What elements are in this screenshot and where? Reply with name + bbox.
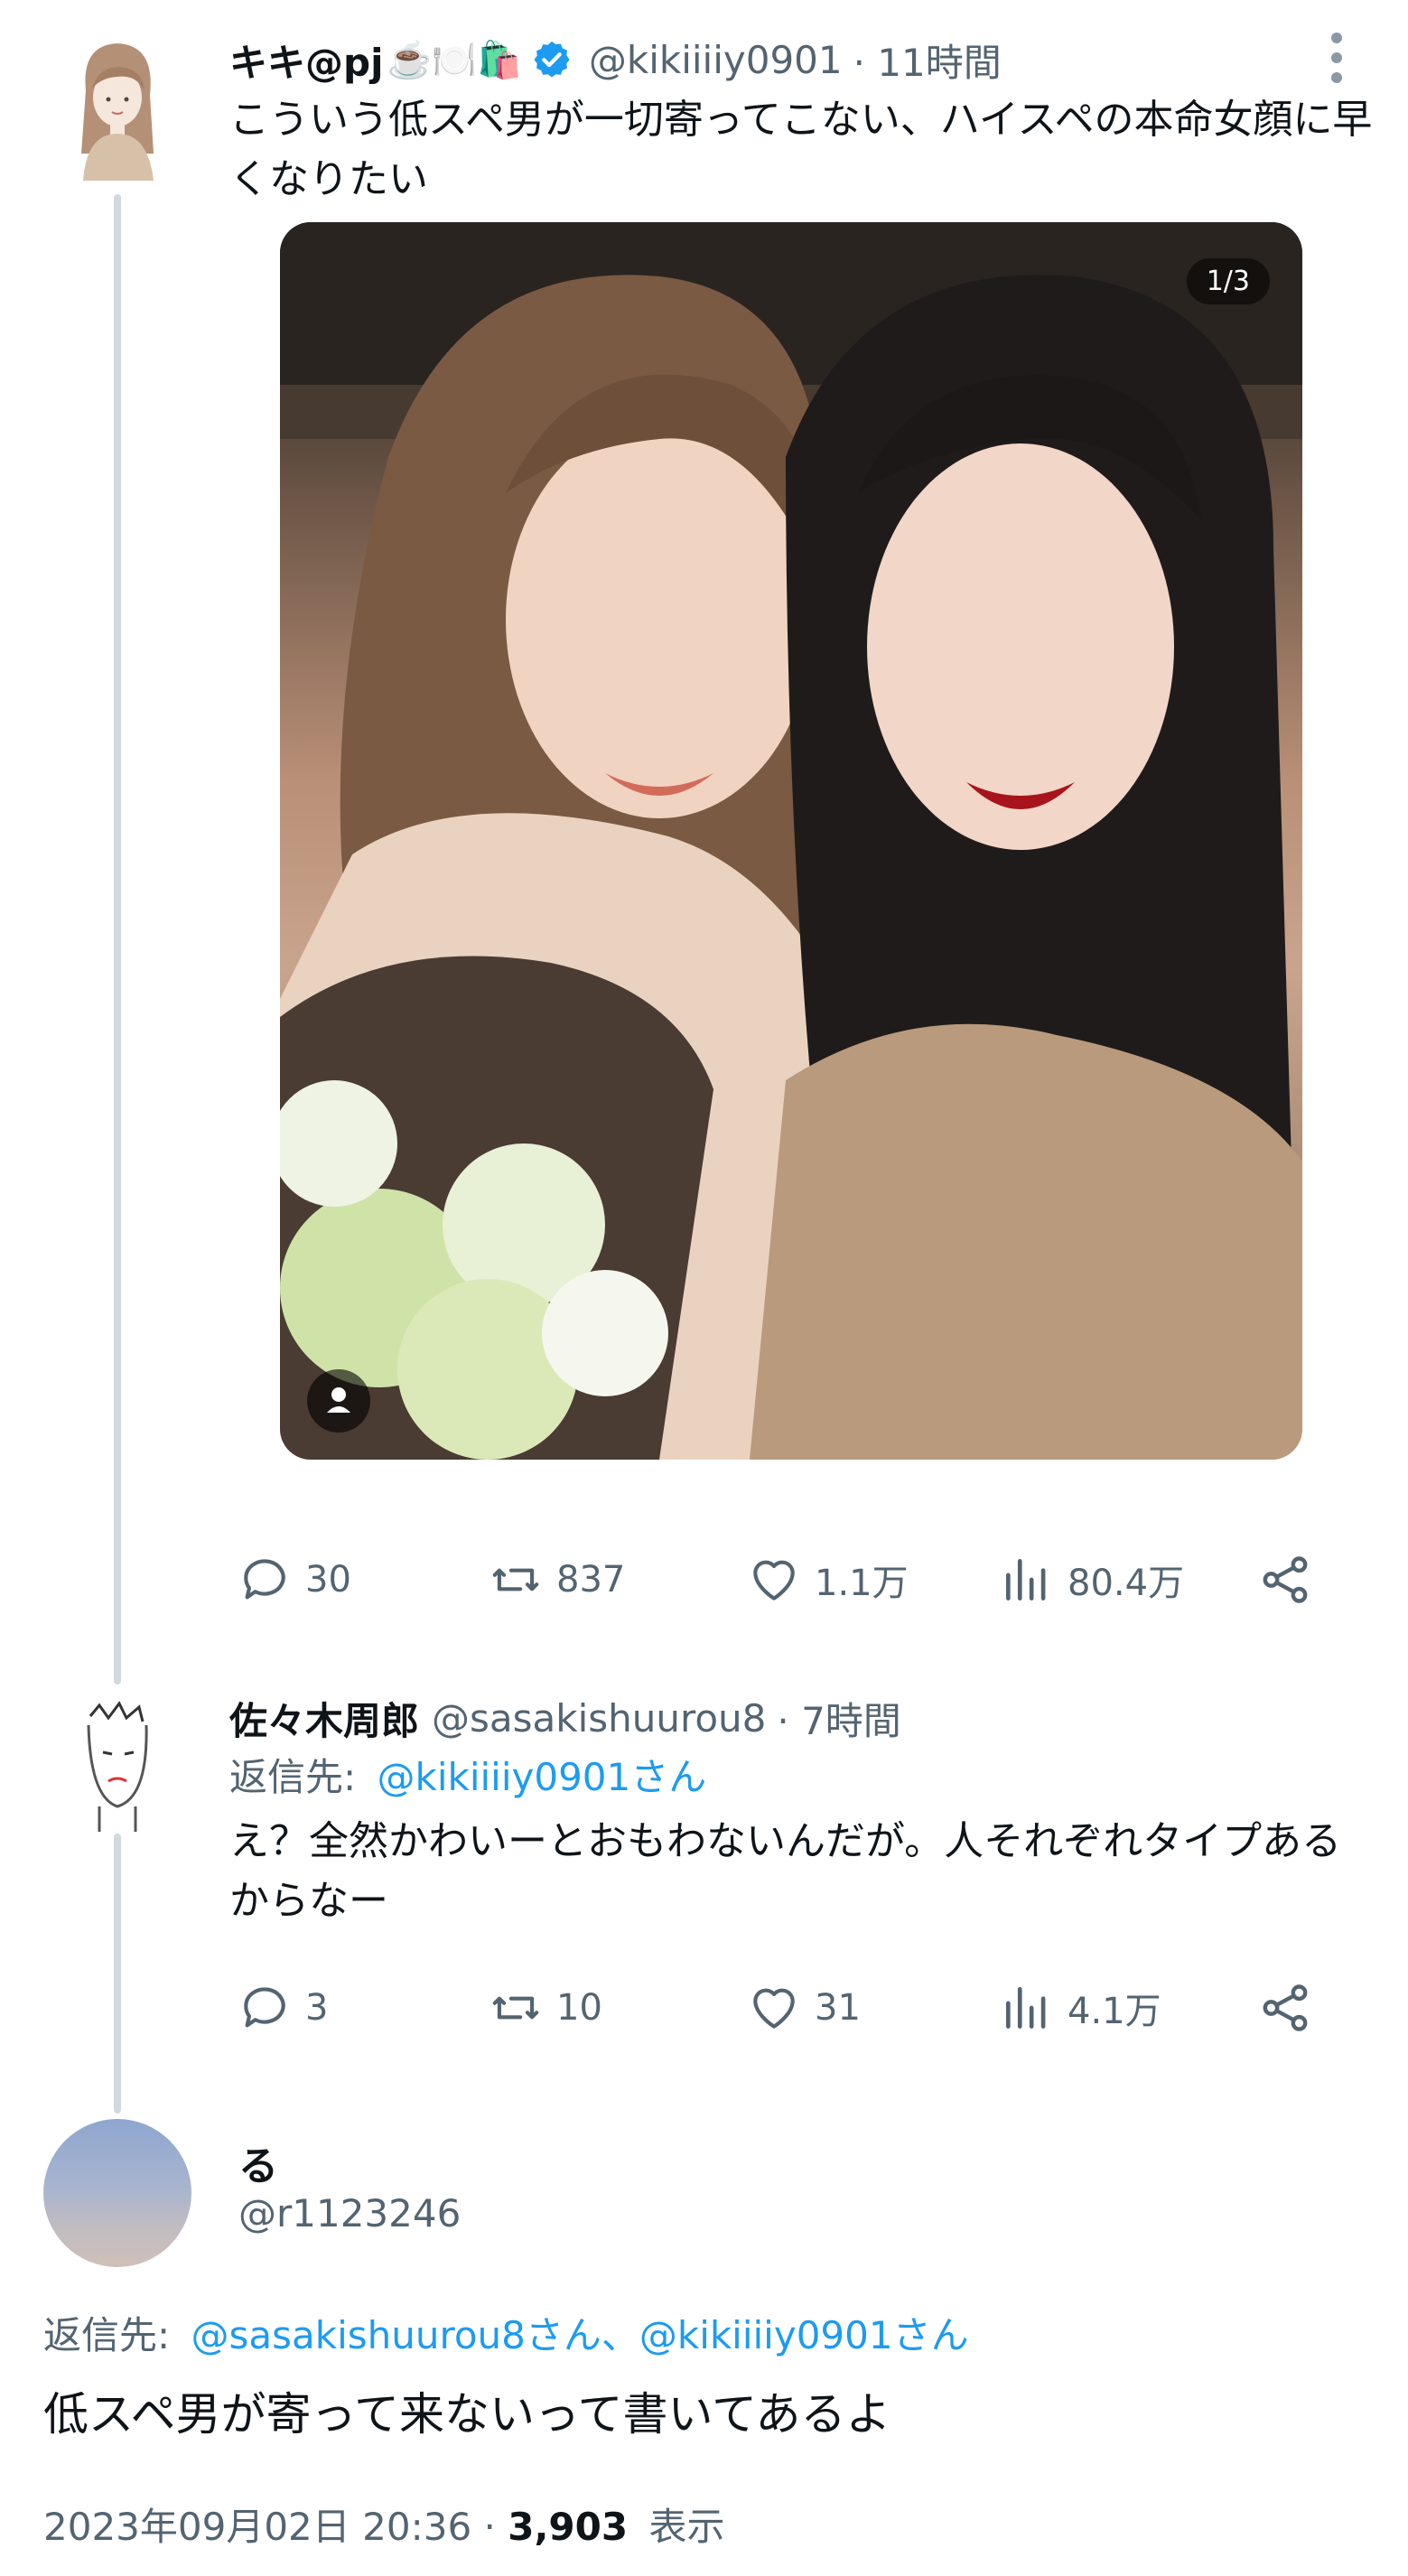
reply-count: 30: [305, 1559, 351, 1601]
reply-button[interactable]: 3: [237, 1980, 328, 2036]
more-icon[interactable]: [1331, 33, 1344, 92]
avatar[interactable]: [54, 27, 181, 181]
retweet-count: 837: [556, 1559, 626, 1601]
retweet-icon: [492, 1996, 539, 2020]
share-button[interactable]: [1257, 1552, 1313, 1608]
reply-mention-link[interactable]: @sasakishuurou8さん、@kikiiiiy0901さん: [191, 2313, 969, 2357]
person-icon: [327, 1387, 350, 1413]
views-button[interactable]: 80.4万: [999, 1552, 1184, 1608]
thread-line: [114, 194, 121, 1685]
tweet-header: 佐々木周郎 @sasakishuurou8 · 7時間: [229, 1691, 901, 1745]
photo-image: [280, 222, 1302, 1460]
reply-label: 返信先:: [229, 1755, 357, 1799]
reply-button[interactable]: 30: [237, 1552, 351, 1608]
avatar-illustration: [54, 27, 181, 181]
avatar[interactable]: [63, 1698, 172, 1834]
like-button[interactable]: 1.1万: [746, 1552, 909, 1608]
reply-icon: [244, 1987, 285, 2028]
tweet-text: 低スペ男が寄って来ないって書いてあるよ: [43, 2388, 891, 2441]
like-count: 1.1万: [815, 1563, 909, 1604]
display-name[interactable]: る: [238, 2133, 278, 2191]
avatar[interactable]: [43, 2119, 191, 2267]
tweet-header: キキ@pj ☕️🍽️🛍️ @kikiiiiy0901 · 11時間: [229, 33, 1002, 87]
retweet-icon: [492, 1568, 539, 1591]
tweet-text: え？全然かわいーとおもわないんだが。人それぞれタイプあるからなー: [229, 1818, 1342, 1924]
reply-count: 3: [305, 1987, 329, 2029]
share-icon: [1263, 1984, 1308, 2031]
reply-context: 返信先: @kikiiiiy0901さん: [229, 1747, 706, 1802]
display-name[interactable]: 佐々木周郎: [229, 1691, 419, 1746]
views-icon: [1006, 1559, 1046, 1601]
media-counter: 1/3: [1186, 258, 1270, 304]
reply-label: 返信先:: [43, 2313, 171, 2357]
tweet-meta-line: 2023年09月02日 20:36 · 3,903 表示: [43, 2497, 724, 2552]
emoji-decoration: ☕️🍽️🛍️: [387, 39, 522, 81]
retweet-button[interactable]: 10: [488, 1980, 602, 2036]
reply-context: 返信先: @sasakishuurou8さん、@kikiiiiy0901さん: [43, 2305, 969, 2360]
reply-mention-link[interactable]: @kikiiiiy0901さん: [378, 1755, 707, 1799]
timestamp[interactable]: · 11時間: [853, 33, 1002, 88]
view-count: 3,903: [508, 2505, 629, 2549]
handle[interactable]: @kikiiiiy0901: [589, 38, 843, 82]
views-count: 80.4万: [1068, 1563, 1185, 1604]
reply-icon: [244, 1559, 285, 1600]
avatar-illustration: [63, 1698, 172, 1834]
thread-line: [114, 1834, 121, 2114]
tag-people-button[interactable]: [307, 1369, 370, 1433]
heart-icon: [753, 1988, 795, 2029]
handle[interactable]: @r1123246: [238, 2191, 461, 2235]
timestamp[interactable]: 2023年09月02日 20:36 ·: [43, 2505, 508, 2549]
views-button[interactable]: 4.1万: [999, 1980, 1161, 2036]
like-count: 31: [815, 1987, 861, 2029]
views-icon: [1006, 1987, 1046, 2029]
handle[interactable]: @sasakishuurou8: [432, 1696, 766, 1741]
retweet-count: 10: [556, 1987, 602, 2029]
share-button[interactable]: [1257, 1980, 1313, 2036]
display-name[interactable]: キキ@pj: [229, 33, 383, 88]
like-button[interactable]: 31: [746, 1980, 861, 2036]
heart-icon: [753, 1560, 795, 1601]
view-label: 表示: [648, 2505, 725, 2549]
tweet-media-photo[interactable]: 1/3: [280, 222, 1302, 1460]
retweet-button[interactable]: 837: [488, 1552, 625, 1608]
tweet-text: こういう低スペ男が一切寄ってこない、ハイスペの本命女顔に早くなりたい: [229, 97, 1373, 202]
share-icon: [1263, 1556, 1308, 1603]
verified-badge-icon: [534, 41, 570, 78]
timestamp[interactable]: · 7時間: [777, 1691, 900, 1746]
views-count: 4.1万: [1068, 1991, 1161, 2032]
